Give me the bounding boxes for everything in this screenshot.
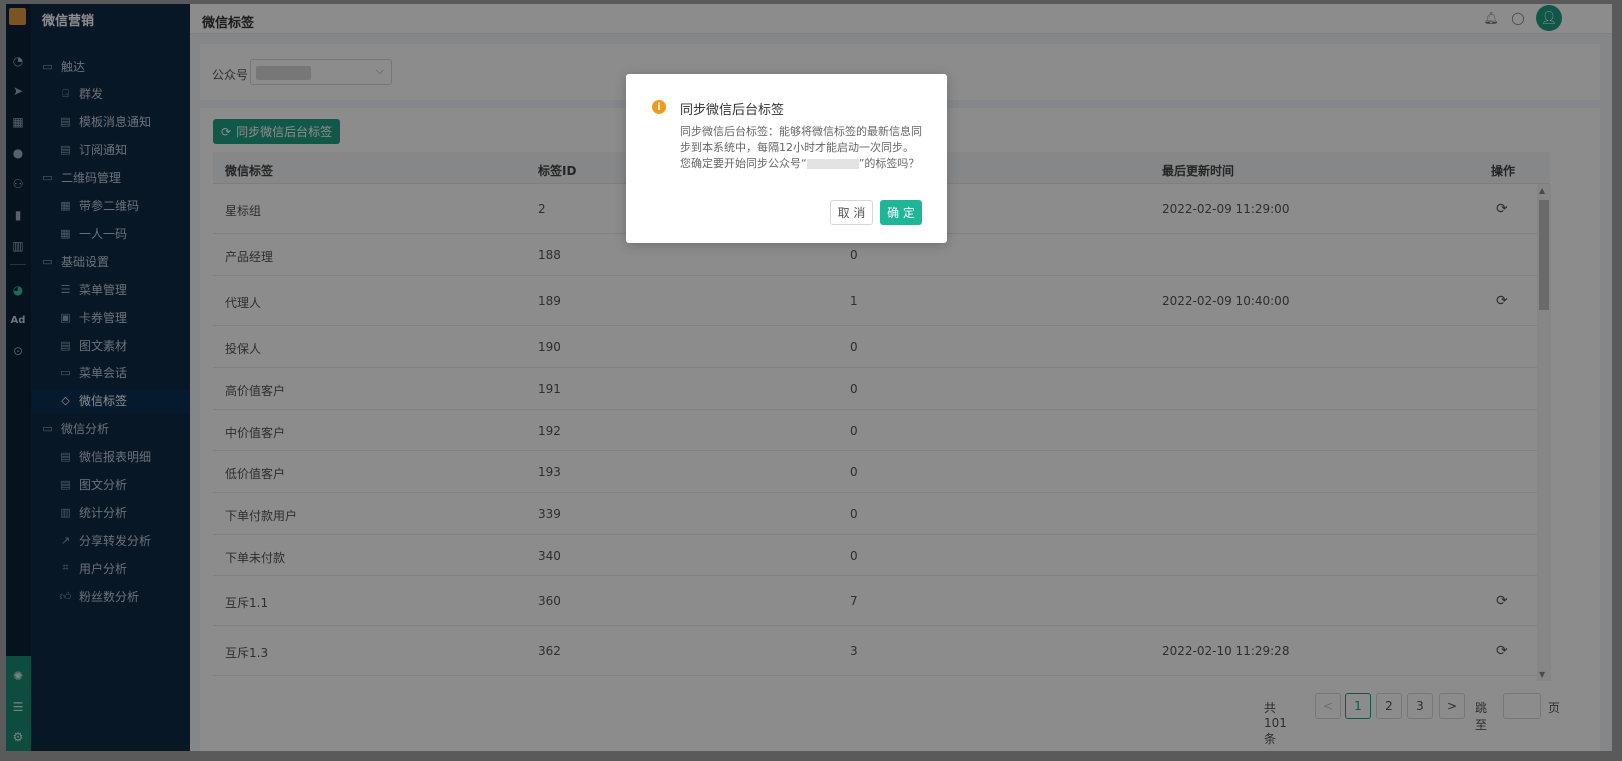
- dialog-message-after: ”的标签吗？: [858, 157, 920, 170]
- cancel-button[interactable]: 取 消: [830, 200, 873, 225]
- dialog-message: 同步微信后台标签：能够将微信标签的最新信息同步到本系统中，每隔12小时才能启动一…: [680, 124, 923, 172]
- sync-confirm-dialog: i 同步微信后台标签 同步微信后台标签：能够将微信标签的最新信息同步到本系统中，…: [626, 74, 947, 243]
- warning-icon: i: [652, 100, 666, 114]
- app-frame: ◔ ➤ ▦ ● ⚇ ▮ ▥ ◕ Ad ⊙ ✺ ☰ ⚙ 微信营销 ▭ 触达 ⍈ 群发 ▤ 模…: [6, 4, 1612, 751]
- account-name-redacted: [806, 159, 859, 169]
- dialog-title: 同步微信后台标签: [680, 103, 785, 118]
- confirm-button[interactable]: 确 定: [880, 200, 922, 225]
